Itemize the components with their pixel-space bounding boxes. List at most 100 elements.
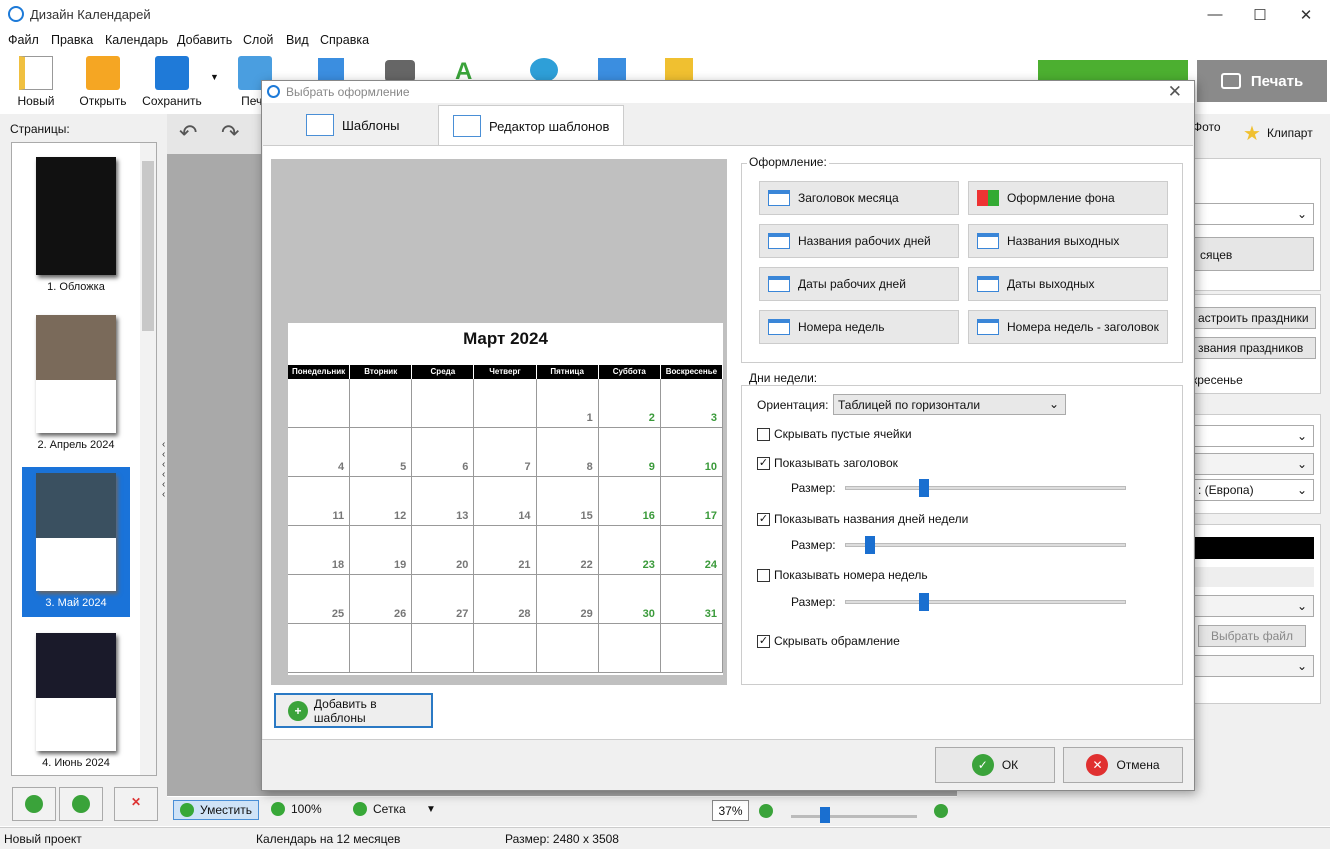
month-header-button[interactable]: Заголовок месяца	[759, 181, 959, 215]
save-dropdown-icon[interactable]: ▼	[210, 72, 219, 82]
undo-icon[interactable]: ↶	[179, 120, 197, 146]
calendar-day-cell: 10	[660, 428, 723, 477]
tab-clipart[interactable]: ★ Клипарт	[1237, 114, 1330, 152]
menu-layer[interactable]: Слой	[243, 33, 273, 47]
fit-icon	[180, 803, 194, 817]
title-bar: Дизайн Календарей — ☐ ✕	[0, 0, 1330, 30]
page-thumbnail[interactable]: 4. Июнь 2024	[22, 633, 130, 775]
save-button[interactable]: Сохранить	[142, 56, 202, 108]
cancel-icon: ✕	[1086, 754, 1109, 776]
zoom-input[interactable]: 37%	[712, 800, 749, 821]
tab-template-editor[interactable]: Редактор шаблонов	[438, 105, 625, 146]
zoom-slider-thumb[interactable]	[820, 807, 830, 823]
week-numbers-button[interactable]: Номера недель	[759, 310, 959, 344]
slider-thumb[interactable]	[865, 536, 875, 554]
pages-list[interactable]: 1. Обложка 2. Апрель 2024 3. Май 2024 4.…	[11, 142, 157, 776]
insert-page-button[interactable]	[59, 787, 103, 821]
maximize-icon[interactable]: ☐	[1250, 6, 1270, 24]
workday-names-button[interactable]: Названия рабочих дней	[759, 224, 959, 258]
shirt-icon[interactable]	[665, 58, 693, 82]
weekday-name: Понедельник	[288, 365, 351, 379]
fit-button[interactable]: Уместить	[173, 800, 259, 820]
week-numbers-size-slider[interactable]	[845, 593, 1126, 611]
dialog-close-icon[interactable]: ✕	[1168, 82, 1182, 102]
hide-empty-checkbox[interactable]: Скрывать пустые ячейки	[757, 427, 912, 441]
color-swatch[interactable]	[1192, 537, 1314, 559]
tab-templates[interactable]: Шаблоны	[292, 105, 414, 145]
show-day-names-checkbox[interactable]: ✓ Показывать названия дней недели	[757, 512, 968, 526]
zoom-in-icon[interactable]	[934, 804, 948, 818]
zoom-100-button[interactable]: 100%	[271, 802, 322, 816]
menu-help[interactable]: Справка	[320, 33, 369, 47]
ok-button[interactable]: ✓ ОК	[935, 747, 1055, 783]
redo-icon[interactable]: ↷	[221, 120, 239, 146]
weekend-names-button[interactable]: Названия выходных	[968, 224, 1168, 258]
zoom-slider[interactable]	[791, 807, 917, 823]
menu-view[interactable]: Вид	[286, 33, 309, 47]
print-button[interactable]: Печать	[1197, 60, 1327, 102]
months-button[interactable]: сяцев	[1193, 237, 1314, 271]
weekday-name: Вторник	[350, 365, 413, 379]
format-select[interactable]: ⌄	[1191, 425, 1314, 447]
delete-page-button[interactable]: ✕	[114, 787, 158, 821]
background-design-button[interactable]: Оформление фона	[968, 181, 1168, 215]
slider-thumb[interactable]	[919, 593, 929, 611]
holiday-names-button[interactable]: звания праздников	[1191, 337, 1316, 359]
calendar-day-number: 21	[518, 559, 531, 571]
props-select[interactable]: ⌄	[1193, 203, 1314, 225]
calendar-day-cell	[660, 624, 723, 673]
add-page-button[interactable]	[12, 787, 56, 821]
calendar-day-cell: 16	[598, 477, 661, 526]
calendar-day-cell: 1	[536, 379, 599, 428]
orientation-label: Ориентация:	[757, 398, 829, 412]
book-icon[interactable]	[598, 58, 626, 82]
page-thumbnail[interactable]: 1. Обложка	[22, 157, 130, 302]
open-button[interactable]: Открыть	[73, 56, 133, 108]
choose-file-button[interactable]: Выбрать файл	[1198, 625, 1306, 647]
globe-icon[interactable]	[530, 58, 558, 82]
choose-design-dialog: Выбрать оформление ✕ Шаблоны Редактор ша…	[261, 80, 1195, 791]
week-numbers-header-button[interactable]: Номера недель - заголовок	[968, 310, 1168, 344]
calendar-day-number: 31	[704, 608, 717, 620]
new-button[interactable]: Новый	[6, 56, 66, 108]
show-week-numbers-checkbox[interactable]: Показывать номера недель	[757, 568, 928, 582]
calendar-day-cell: 31	[660, 575, 723, 624]
camera-icon[interactable]	[385, 60, 415, 82]
grid-dropdown-icon[interactable]: ▼	[426, 804, 436, 815]
workday-dates-button[interactable]: Даты рабочих дней	[759, 267, 959, 301]
grid-button[interactable]: Сетка	[353, 802, 406, 816]
zoom-out-icon[interactable]	[759, 804, 773, 818]
collapse-handle[interactable]: ‹ ‹ ‹ ‹ ‹ ‹	[162, 440, 165, 500]
cancel-button[interactable]: ✕ Отмена	[1063, 747, 1183, 783]
minimize-icon[interactable]: —	[1205, 6, 1225, 23]
menu-edit[interactable]: Правка	[51, 33, 93, 47]
calendar-day-number: 1	[586, 412, 593, 424]
calendar-icon[interactable]	[318, 58, 344, 82]
canvas-bottom-bar: Уместить 100% Сетка ▼ 37%	[167, 797, 957, 826]
show-header-checkbox[interactable]: ✓ Показывать заголовок	[757, 456, 898, 470]
close-icon[interactable]: ✕	[1296, 6, 1316, 24]
page-thumbnail[interactable]: 2. Апрель 2024	[22, 315, 130, 460]
menu-add[interactable]: Добавить	[177, 33, 232, 47]
weekend-dates-button[interactable]: Даты выходных	[968, 267, 1168, 301]
page-thumbnail-selected[interactable]: 3. Май 2024	[22, 467, 130, 617]
day-names-size-slider[interactable]	[845, 536, 1126, 554]
menu-calendar[interactable]: Календарь	[105, 33, 168, 47]
calendar-day-number: 24	[704, 559, 717, 571]
calendar-day-number: 12	[394, 510, 407, 522]
pages-scrollbar[interactable]	[140, 143, 156, 775]
calendar-day-number: 2	[648, 412, 655, 424]
header-size-slider[interactable]	[845, 479, 1126, 497]
calendar-day-number: 20	[456, 559, 469, 571]
tab-photo[interactable]: Фото	[1193, 120, 1221, 134]
hide-frame-checkbox[interactable]: ✓ Скрывать обрамление	[757, 634, 900, 648]
setup-holidays-button[interactable]: астроить праздники	[1191, 307, 1316, 329]
region-select[interactable]: : (Европа) ⌄	[1191, 479, 1314, 501]
menu-file[interactable]: Файл	[8, 33, 39, 47]
slider-thumb[interactable]	[919, 479, 929, 497]
calendar-day-cell	[598, 624, 661, 673]
calendar-day-cell: 23	[598, 526, 661, 575]
calendar-day-cell: 17	[660, 477, 723, 526]
add-to-templates-button[interactable]: + Добавить в шаблоны	[274, 693, 433, 728]
orientation-select[interactable]: Таблицей по горизонтали ⌄	[833, 394, 1066, 415]
